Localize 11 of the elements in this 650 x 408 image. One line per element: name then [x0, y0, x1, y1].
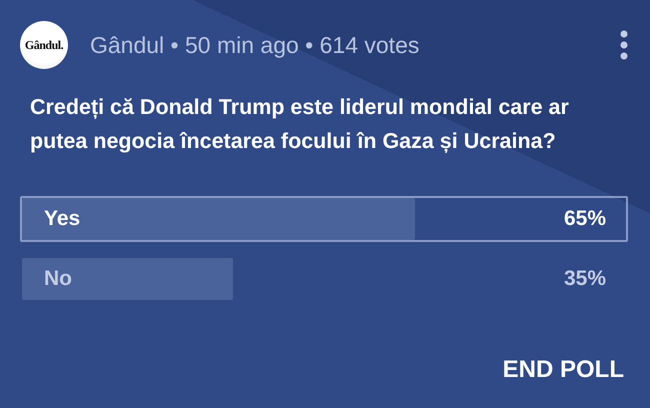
option-label: Yes	[44, 207, 80, 231]
poll-meta: Gândul • 50 min ago • 614 votes	[90, 32, 420, 58]
end-poll-button[interactable]: END POLL	[500, 352, 626, 388]
poll-option[interactable]: No 35%	[20, 256, 628, 302]
poll-option[interactable]: Yes 65%	[20, 196, 628, 242]
option-percent: 65%	[564, 207, 606, 231]
poll-question: Credeți că Donald Trump este liderul mondial care ar putea negocia încetarea focului în Gaza și Ucraina?	[30, 94, 570, 155]
option-label: No	[44, 267, 72, 291]
more-menu-icon[interactable]	[620, 30, 628, 60]
publisher-logo: Gândul.	[20, 21, 68, 69]
option-percent: 35%	[564, 267, 606, 291]
